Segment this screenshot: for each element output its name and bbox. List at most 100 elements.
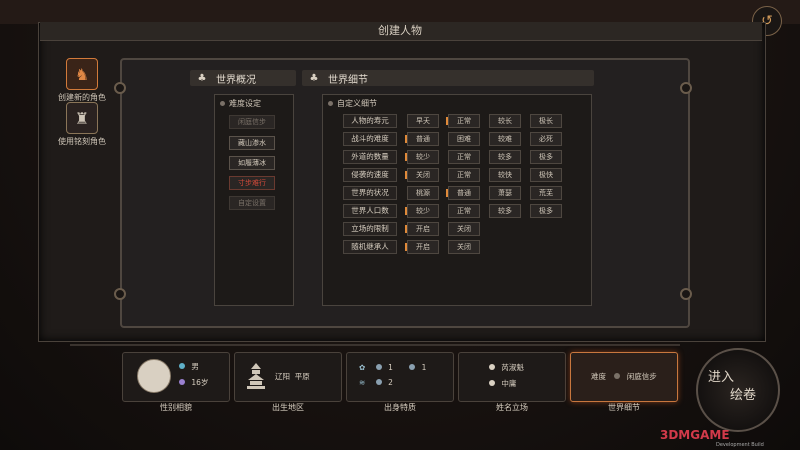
row-label: 外道的数量 <box>343 150 397 164</box>
terrain-value: 平原 <box>294 372 310 381</box>
trait-line-1: ✿ 1 1 <box>359 363 426 372</box>
card-label: 出身特质 <box>384 403 416 412</box>
card-appearance[interactable]: 男 16岁 性别相貌 <box>122 352 230 412</box>
sidebar-item-new-character[interactable]: ♞ 创建新的角色 <box>50 58 114 103</box>
option-button[interactable]: 正常 <box>448 204 480 218</box>
yin-yang-icon <box>489 364 495 370</box>
row-label: 世界的状况 <box>343 186 397 200</box>
gender-line: 男 <box>179 361 199 372</box>
male-icon <box>179 363 185 369</box>
row-label: 人物的寿元 <box>343 114 397 128</box>
frame-corner <box>114 288 126 300</box>
card-label: 世界细节 <box>608 403 640 412</box>
card-traits[interactable]: ✿ 1 1 ≋ 2 出身特质 <box>346 352 454 412</box>
option-button[interactable]: 极快 <box>530 168 562 182</box>
card-name-stance[interactable]: 芮淑魁 中庸 姓名立场 <box>458 352 566 412</box>
enter-label-1: 进入 <box>708 370 735 385</box>
difficulty-option[interactable]: 寸步难行 <box>229 176 275 190</box>
detail-row: 立场的限制 开启 关闭 <box>343 220 571 238</box>
card-label: 姓名立场 <box>496 403 528 412</box>
card-world-details[interactable]: 难度 闲庭信步 世界细节 <box>570 352 678 412</box>
trait-dot-icon <box>409 364 416 370</box>
overview-header-label: 世界概况 <box>216 74 256 86</box>
pagoda-icon <box>245 361 267 391</box>
region-value: 辽阳 <box>275 372 290 381</box>
tree-icon: ♣ <box>309 72 319 84</box>
option-button[interactable]: 困难 <box>448 132 480 146</box>
trait-dot-icon <box>375 379 382 385</box>
row-label: 世界人口数 <box>343 204 397 218</box>
option-button[interactable]: 普通 <box>446 186 480 200</box>
frame-corner <box>114 82 126 94</box>
option-button[interactable]: 正常 <box>448 168 480 182</box>
detail-row: 侵袭的速度 关闭 正常 较快 极快 <box>343 166 571 184</box>
row-label: 侵袭的速度 <box>343 168 397 182</box>
card-label: 出生地区 <box>272 403 304 412</box>
difficulty-option[interactable]: 藏山渗水 <box>229 136 275 150</box>
option-button[interactable]: 正常 <box>448 150 480 164</box>
difficulty-value: 闲庭信步 <box>626 372 657 381</box>
option-button[interactable]: 早夭 <box>407 114 439 128</box>
option-button[interactable]: 较少 <box>405 150 439 164</box>
option-button[interactable]: 开启 <box>405 222 439 236</box>
option-button[interactable]: 萧瑟 <box>489 186 521 200</box>
trait-line-2: ≋ 2 <box>359 378 393 387</box>
age-line: 16岁 <box>179 377 208 388</box>
watermark-logo: 3DMGAME <box>660 428 730 442</box>
option-button[interactable]: 较少 <box>405 204 439 218</box>
option-button[interactable]: 必死 <box>530 132 562 146</box>
details-header-label: 世界细节 <box>328 74 368 86</box>
bullet-icon <box>614 373 621 379</box>
card-label: 性别相貌 <box>160 403 192 412</box>
page-title: 创建人物 <box>378 24 422 37</box>
option-button[interactable]: 较快 <box>489 168 521 182</box>
option-button[interactable]: 较难 <box>489 132 521 146</box>
option-button[interactable]: 极多 <box>530 150 562 164</box>
option-button[interactable]: 关闭 <box>448 240 480 254</box>
top-band <box>0 0 800 24</box>
inscribed-character-icon: ♜ <box>66 102 98 134</box>
stance-line: 中庸 <box>489 378 516 389</box>
option-button[interactable]: 较长 <box>489 114 521 128</box>
overview-header: ♣ 世界概况 <box>190 70 296 86</box>
details-rows: 人物的寿元 早夭 正常 较长 极长 战斗的难度 普通 困难 较难 必死 外道的数… <box>343 112 571 256</box>
wave-icon: ≋ <box>359 378 366 387</box>
option-button[interactable]: 较多 <box>489 204 521 218</box>
custom-details-title: 自定义细节 <box>326 98 377 109</box>
difficulty-option[interactable]: 如履薄冰 <box>229 156 275 170</box>
option-button[interactable]: 关闭 <box>448 222 480 236</box>
option-button[interactable]: 极多 <box>530 204 562 218</box>
option-button[interactable]: 开启 <box>405 240 439 254</box>
name-value: 芮淑魁 <box>501 363 524 372</box>
difficulty-option[interactable]: 自定设置 <box>229 196 275 210</box>
watermark-subtext: Development Build <box>716 442 764 448</box>
option-button[interactable]: 桃源 <box>407 186 439 200</box>
difficulty-title-label: 难度设定 <box>229 99 261 108</box>
difficulty-line: 难度 闲庭信步 <box>591 371 657 382</box>
difficulty-option[interactable]: 闲庭信步 <box>229 115 275 129</box>
card-birthplace[interactable]: 辽阳 平原 出生地区 <box>234 352 342 412</box>
option-button[interactable]: 荒芜 <box>530 186 562 200</box>
row-label: 战斗的难度 <box>343 132 397 146</box>
difficulty-label: 难度 <box>591 372 606 381</box>
frame-corner <box>680 288 692 300</box>
region-line: 辽阳 平原 <box>275 371 310 382</box>
gender-value: 男 <box>191 362 199 371</box>
details-header: ♣ 世界细节 <box>302 70 594 86</box>
custom-details-title-label: 自定义细节 <box>337 99 377 108</box>
name-line: 芮淑魁 <box>489 362 524 373</box>
option-button[interactable]: 极长 <box>530 114 562 128</box>
option-button[interactable]: 普通 <box>405 132 439 146</box>
sidebar-item-inscribed-character[interactable]: ♜ 使用铭刻角色 <box>50 102 114 147</box>
detail-row: 世界人口数 较少 正常 较多 极多 <box>343 202 571 220</box>
detail-row: 外道的数量 较少 正常 较多 极多 <box>343 148 571 166</box>
option-button[interactable]: 较多 <box>489 150 521 164</box>
frame-corner <box>680 82 692 94</box>
difficulty-title: 难度设定 <box>218 98 261 109</box>
enter-label-2: 绘卷 <box>730 388 757 403</box>
new-character-icon: ♞ <box>66 58 98 90</box>
option-button[interactable]: 正常 <box>446 114 480 128</box>
trait-value: 1 <box>421 363 427 372</box>
age-value: 16岁 <box>191 378 209 387</box>
option-button[interactable]: 关闭 <box>405 168 439 182</box>
